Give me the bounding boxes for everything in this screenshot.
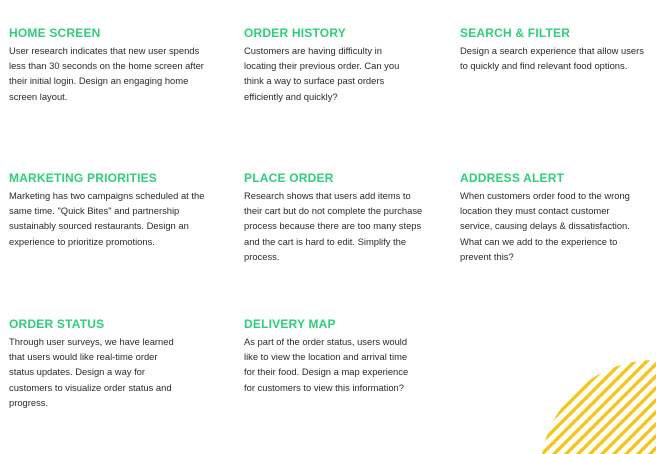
card-title: ADDRESS ALERT — [460, 171, 565, 185]
card-body: Design a search experience that allow us… — [460, 45, 644, 72]
card-title: ORDER HISTORY — [244, 26, 346, 40]
card-body: Through user surveys, we have learned th… — [9, 336, 174, 408]
card-delivery-map: DELIVERY MAP As part of the order status… — [244, 317, 414, 395]
card-body: User research indicates that new user sp… — [9, 45, 204, 102]
card-body: Research shows that users add items to t… — [244, 190, 423, 262]
card-title: MARKETING PRIORITIES — [9, 171, 158, 185]
card-body: As part of the order status, users would… — [244, 336, 409, 393]
card-title: PLACE ORDER — [244, 171, 334, 185]
card-title: HOME SCREEN — [9, 26, 101, 40]
card-place-order: PLACE ORDER Research shows that users ad… — [244, 171, 426, 264]
card-home-screen: HOME SCREEN User research indicates that… — [9, 26, 214, 104]
card-marketing-priorities: MARKETING PRIORITIES Marketing has two c… — [9, 171, 209, 249]
striped-corner-decoration — [542, 359, 656, 454]
card-title: SEARCH & FILTER — [460, 26, 571, 40]
card-body: Customers are having difficulty in locat… — [244, 45, 400, 102]
card-title: ORDER STATUS — [9, 317, 105, 331]
card-order-history: ORDER HISTORY Customers are having diffi… — [244, 26, 416, 104]
challenge-grid: HOME SCREEN User research indicates that… — [0, 0, 656, 454]
card-search-filter: SEARCH & FILTER Design a search experien… — [460, 26, 650, 73]
card-address-alert: ADDRESS ALERT When customers order food … — [460, 171, 640, 264]
card-body: Marketing has two campaigns scheduled at… — [9, 190, 205, 247]
card-body: When customers order food to the wrong l… — [460, 190, 630, 262]
card-order-status: ORDER STATUS Through user surveys, we ha… — [9, 317, 184, 410]
card-title: DELIVERY MAP — [244, 317, 336, 331]
